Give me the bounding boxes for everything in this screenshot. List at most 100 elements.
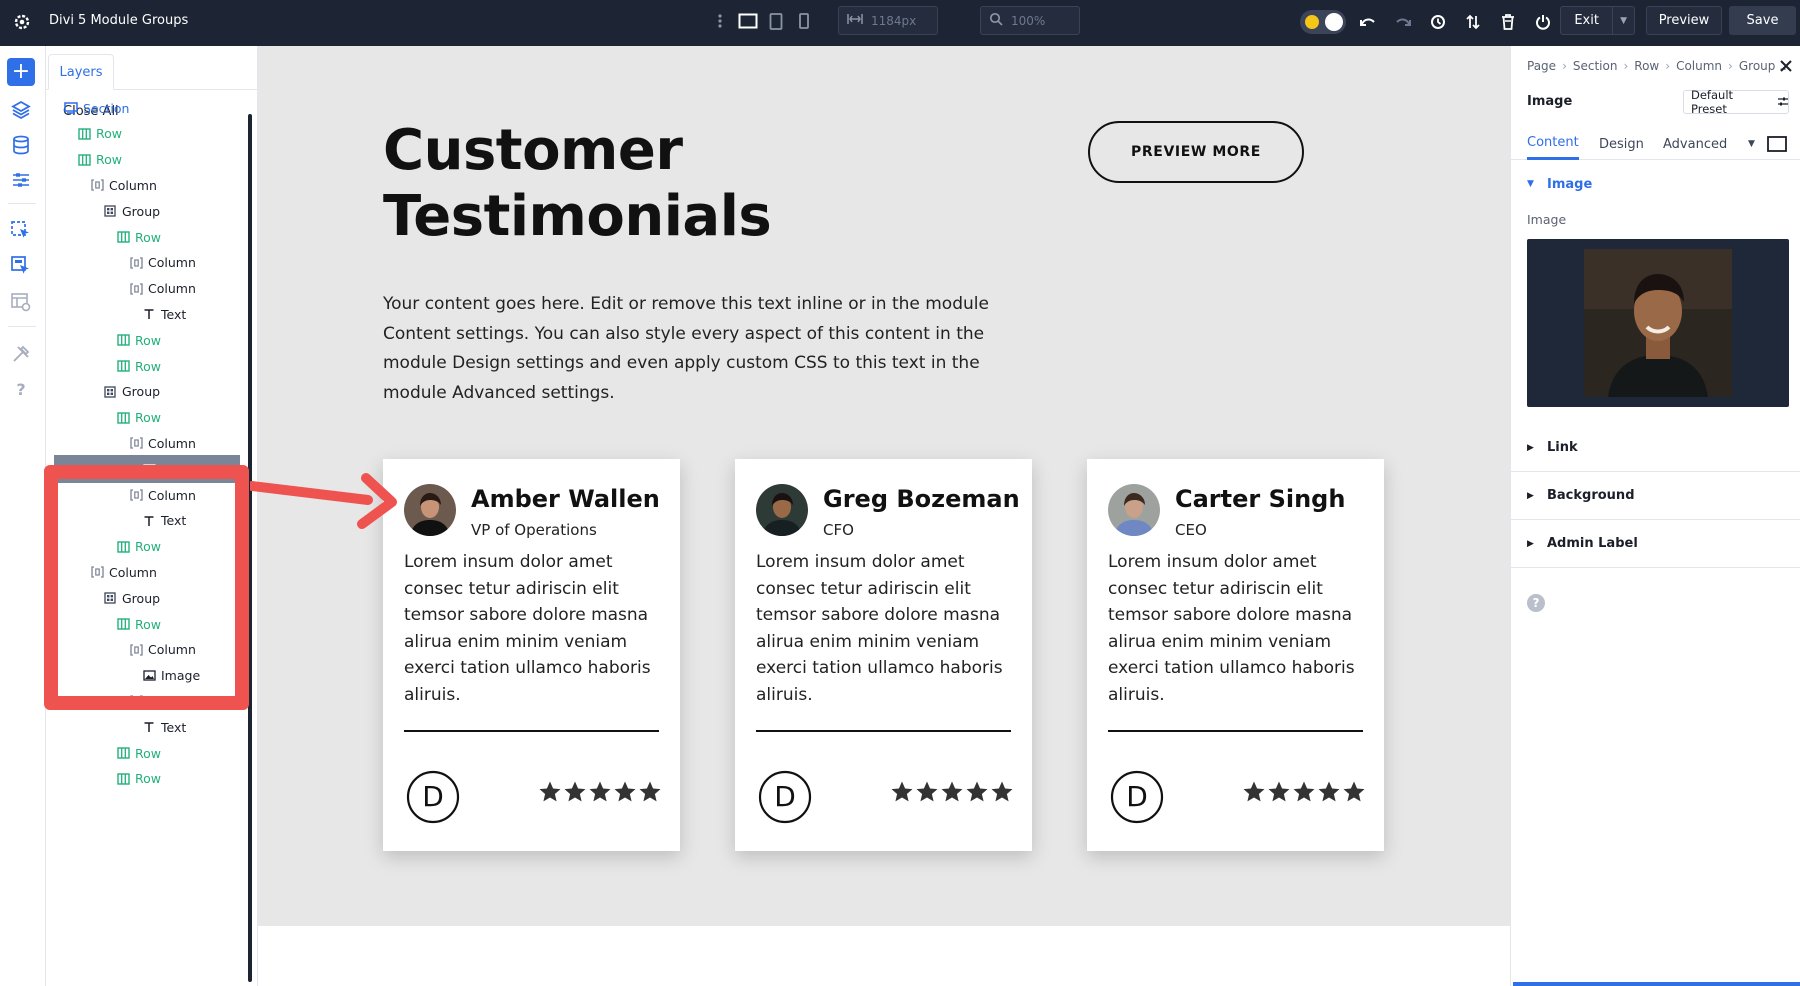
tab-design[interactable]: Design	[1599, 128, 1644, 160]
preview-button[interactable]: Preview	[1646, 6, 1722, 35]
phone-icon[interactable]	[790, 7, 818, 35]
layer-item-column[interactable]: Column	[54, 171, 234, 199]
testimonial-quote: Lorem insum dolor amet consec tetur adir…	[1108, 549, 1370, 708]
star-icon	[965, 780, 989, 804]
layer-label: Row	[135, 359, 161, 374]
intro-text[interactable]: Your content goes here. Edit or remove t…	[383, 290, 993, 408]
save-button[interactable]: Save	[1729, 6, 1796, 35]
sliders-icon[interactable]	[9, 168, 33, 192]
group-link-label: Link	[1547, 440, 1578, 455]
text-icon	[142, 720, 156, 734]
avatar[interactable]	[1108, 484, 1160, 536]
layer-item-text[interactable]: Text	[54, 300, 234, 328]
layer-item-row[interactable]: Row	[54, 120, 234, 148]
layer-item-row[interactable]: Row	[54, 765, 234, 793]
group-link-toggle[interactable]: ▶ Link	[1511, 424, 1800, 472]
app-title: Divi 5 Module Groups	[49, 13, 188, 28]
image-upload-field[interactable]	[1527, 239, 1789, 407]
zoom-input[interactable]: 100%	[980, 6, 1080, 35]
module-settings-panel: Page›Section›Row›Column›Group .. Image D…	[1510, 46, 1800, 986]
text-icon	[142, 307, 156, 321]
caret-right-icon: ▶	[1527, 539, 1539, 549]
breadcrumb-item[interactable]: Page	[1527, 59, 1556, 73]
pointer-stack-icon[interactable]	[9, 254, 33, 278]
tablet-icon[interactable]	[762, 7, 790, 35]
preset-selector[interactable]: Default Preset	[1683, 90, 1789, 114]
wireframe-icon[interactable]	[706, 7, 734, 35]
layer-item-row[interactable]: Row	[54, 739, 234, 767]
avatar[interactable]	[756, 484, 808, 536]
power-icon[interactable]	[1529, 9, 1556, 35]
star-icon	[638, 780, 662, 804]
testimonial-card[interactable]: Amber WallenVP of OperationsLorem insum …	[383, 459, 680, 851]
portrait-image	[1584, 249, 1732, 397]
layer-item-row[interactable]: Row	[54, 223, 234, 251]
star-icon	[940, 780, 964, 804]
group-admin-label-toggle[interactable]: ▶ Admin Label	[1511, 520, 1800, 568]
layer-item-row[interactable]: Row	[54, 352, 234, 380]
gear-icon[interactable]	[12, 12, 32, 32]
trash-icon[interactable]	[1494, 9, 1521, 35]
history-icon[interactable]	[1424, 9, 1451, 35]
layer-item-row[interactable]: Row	[54, 326, 234, 354]
layer-item-row[interactable]: Row	[54, 404, 234, 432]
chevron-down-icon[interactable]: ▼	[1748, 128, 1755, 160]
layer-item-section[interactable]: Section	[54, 94, 234, 122]
tools-icon[interactable]	[9, 342, 33, 366]
row-icon	[77, 153, 91, 167]
breadcrumb-item[interactable]: Row	[1634, 59, 1659, 73]
divi-logo-icon: D	[1110, 770, 1164, 824]
breadcrumb: Page›Section›Row›Column›Group ..	[1527, 59, 1787, 73]
canvas-width-input[interactable]: 1184px	[838, 6, 938, 35]
desktop-icon[interactable]	[734, 7, 762, 35]
rail-divider	[8, 326, 36, 327]
group-background-toggle[interactable]: ▶ Background	[1511, 472, 1800, 520]
pointer-icon[interactable]	[9, 219, 33, 243]
caret-right-icon: ▶	[1527, 443, 1539, 453]
row-icon	[116, 772, 130, 786]
card-divider	[404, 730, 659, 732]
chevron-right-icon: ›	[1665, 59, 1670, 73]
layers-icon[interactable]	[9, 98, 33, 122]
panel-toggle-icon[interactable]	[1767, 128, 1787, 160]
star-rating	[1242, 780, 1366, 806]
layout-icon[interactable]	[9, 290, 33, 314]
logo-letter: D	[774, 780, 796, 813]
layer-item-row[interactable]: Row	[54, 146, 234, 174]
theme-toggle[interactable]	[1300, 10, 1346, 34]
close-icon[interactable]	[1779, 58, 1793, 72]
layer-item-group[interactable]: Group	[54, 378, 234, 406]
star-icon	[1242, 780, 1266, 804]
testimonial-card[interactable]: Greg BozemanCFOLorem insum dolor amet co…	[735, 459, 1032, 851]
avatar[interactable]	[404, 484, 456, 536]
help-icon[interactable]: ?	[1527, 594, 1545, 612]
logo-letter: D	[422, 780, 444, 813]
layer-item-column[interactable]: Column	[54, 249, 234, 277]
caret-right-icon: ▶	[1527, 491, 1539, 501]
chevron-down-icon[interactable]: ▼	[1612, 7, 1634, 34]
testimonial-card[interactable]: Carter SinghCEOLorem insum dolor amet co…	[1087, 459, 1384, 851]
layer-item-group[interactable]: Group	[54, 197, 234, 225]
layer-item-column[interactable]: Column	[54, 429, 234, 457]
plus-icon[interactable]: +	[7, 58, 35, 86]
breadcrumb-item[interactable]: Column	[1676, 59, 1722, 73]
exit-button[interactable]: Exit ▼	[1560, 6, 1635, 35]
group-image-toggle[interactable]: ▼ Image	[1511, 160, 1800, 208]
highlight-arrow	[250, 470, 400, 530]
testimonial-quote: Lorem insum dolor amet consec tetur adir…	[404, 549, 666, 708]
layer-item-text[interactable]: Text	[54, 713, 234, 741]
view-mode-tools	[706, 6, 818, 36]
layer-label: Column	[148, 436, 196, 451]
sort-icon[interactable]	[1459, 9, 1486, 35]
tab-layers[interactable]: Layers	[48, 54, 114, 90]
tab-content[interactable]: Content	[1527, 128, 1579, 160]
database-icon[interactable]	[9, 133, 33, 157]
undo-icon[interactable]	[1354, 9, 1381, 35]
page-heading[interactable]: Customer Testimonials	[383, 118, 771, 250]
breadcrumb-item[interactable]: Section	[1573, 59, 1618, 73]
tab-advanced[interactable]: Advanced	[1663, 128, 1727, 160]
question-icon[interactable]: ?	[9, 377, 33, 401]
redo-icon[interactable]	[1389, 9, 1416, 35]
preview-more-button[interactable]: PREVIEW MORE	[1088, 121, 1304, 183]
layer-item-column[interactable]: Column	[54, 275, 234, 303]
